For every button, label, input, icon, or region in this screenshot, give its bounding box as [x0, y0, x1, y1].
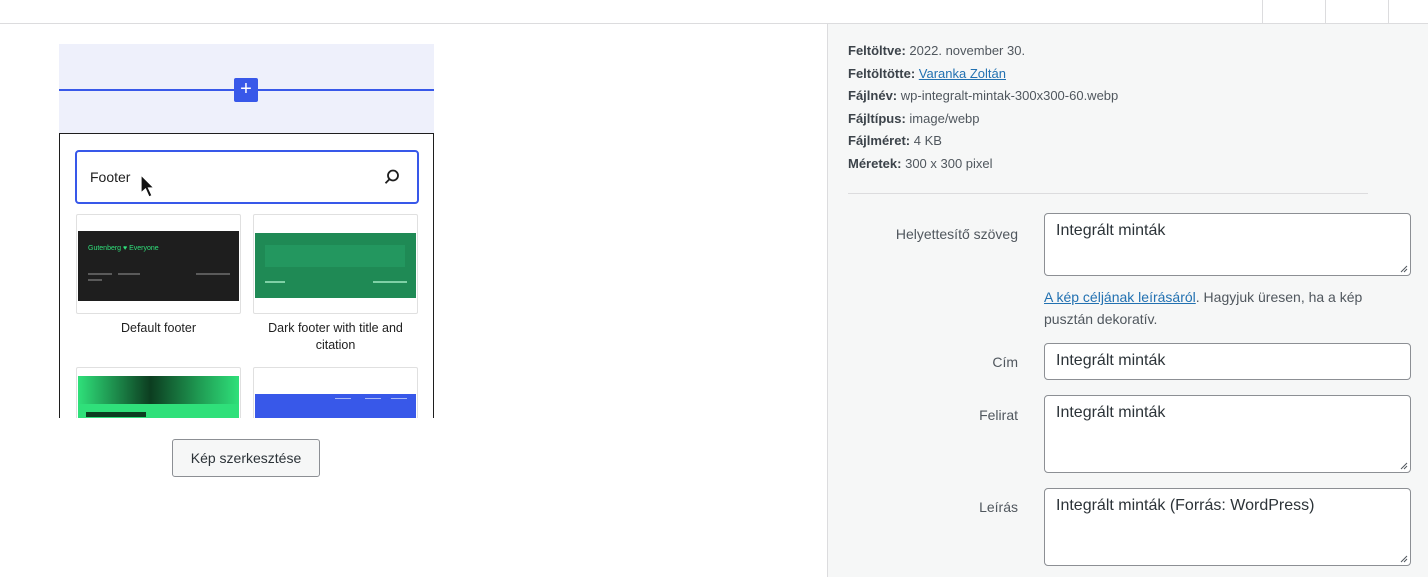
pattern-inserter-popover: Footer Gutenberg ♥ Everyone Default foot… — [59, 133, 434, 418]
pattern-thumbnail-image: Gutenberg ♥ Everyone — [78, 231, 239, 301]
file-size: Fájlméret: 4 KB — [848, 133, 942, 149]
image-preview-panel: + Footer Gutenberg ♥ Everyone Default fo… — [0, 24, 827, 577]
alt-text-label: Helyettesítő szöveg — [895, 226, 1018, 242]
resize-handle-icon[interactable] — [1398, 263, 1408, 273]
pattern-search-value: Footer — [90, 169, 131, 185]
file-name: Fájlnév: wp-integralt-mintak-300x300-60.… — [848, 88, 1119, 104]
pattern-thumbnail — [253, 214, 418, 314]
uploaded-on: Feltöltve: 2022. november 30. — [848, 43, 1026, 58]
top-toolbar — [0, 0, 1428, 24]
pattern-thumbnail — [76, 367, 241, 418]
search-icon — [384, 169, 399, 184]
divider — [848, 193, 1368, 194]
attachment-image: + Footer Gutenberg ♥ Everyone Default fo… — [59, 44, 434, 418]
file-metadata: Feltöltve: 2022. november 30. Feltöltött… — [848, 40, 1368, 176]
pattern-thumbnail-image — [255, 394, 416, 418]
resize-handle-icon[interactable] — [1398, 460, 1408, 470]
toolbar-button-3[interactable] — [1388, 0, 1428, 24]
mouse-pointer-icon — [140, 174, 156, 198]
caption-label: Felirat — [979, 407, 1018, 423]
pattern-name: Default footer — [120, 321, 197, 335]
dimensions: Méretek: 300 x 300 pixel — [848, 155, 993, 171]
resize-handle-icon[interactable] — [1398, 553, 1408, 563]
alt-text-help: A kép céljának leírásáról. Hagyjuk ürese… — [1044, 289, 1363, 327]
description-value: Integrált minták (Forrás: WordPress) — [1056, 497, 1315, 514]
toolbar-button-2[interactable] — [1325, 0, 1389, 24]
description-label: Leírás — [979, 499, 1018, 515]
pattern-thumbnail-text: Gutenberg ♥ Everyone — [88, 245, 159, 252]
caption-value: Integrált minták — [1056, 404, 1166, 421]
edit-image-button[interactable]: Kép szerkesztése — [172, 439, 320, 477]
title-label: Cím — [992, 354, 1018, 370]
uploaded-by: Feltöltötte: Varanka Zoltán — [848, 65, 1006, 81]
uploader-link[interactable]: Varanka Zoltán — [919, 66, 1006, 81]
pattern-thumbnail — [253, 367, 418, 418]
title-input[interactable]: Integrált minták — [1044, 343, 1411, 380]
alt-text-value: Integrált minták — [1056, 222, 1166, 239]
pattern-name: Dark footer with title and citation — [268, 321, 403, 352]
block-inserter-plus-icon: + — [234, 78, 258, 102]
file-type: Fájltípus: image/webp — [848, 110, 980, 126]
attachment-details-panel: Feltöltve: 2022. november 30. Feltöltött… — [827, 24, 1428, 577]
pattern-search-input: Footer — [75, 150, 419, 204]
pattern-thumbnail-image — [78, 376, 239, 418]
pattern-thumbnail: Gutenberg ♥ Everyone — [76, 214, 241, 314]
caption-textarea[interactable]: Integrált minták — [1044, 395, 1411, 473]
title-value: Integrált minták — [1056, 352, 1166, 369]
pattern-thumbnail-image — [255, 233, 416, 298]
alt-text-textarea[interactable]: Integrált minták — [1044, 213, 1411, 276]
description-textarea[interactable]: Integrált minták (Forrás: WordPress) — [1044, 488, 1411, 566]
toolbar-button-1[interactable] — [1262, 0, 1326, 24]
alt-text-help-link[interactable]: A kép céljának leírásáról — [1044, 289, 1196, 305]
